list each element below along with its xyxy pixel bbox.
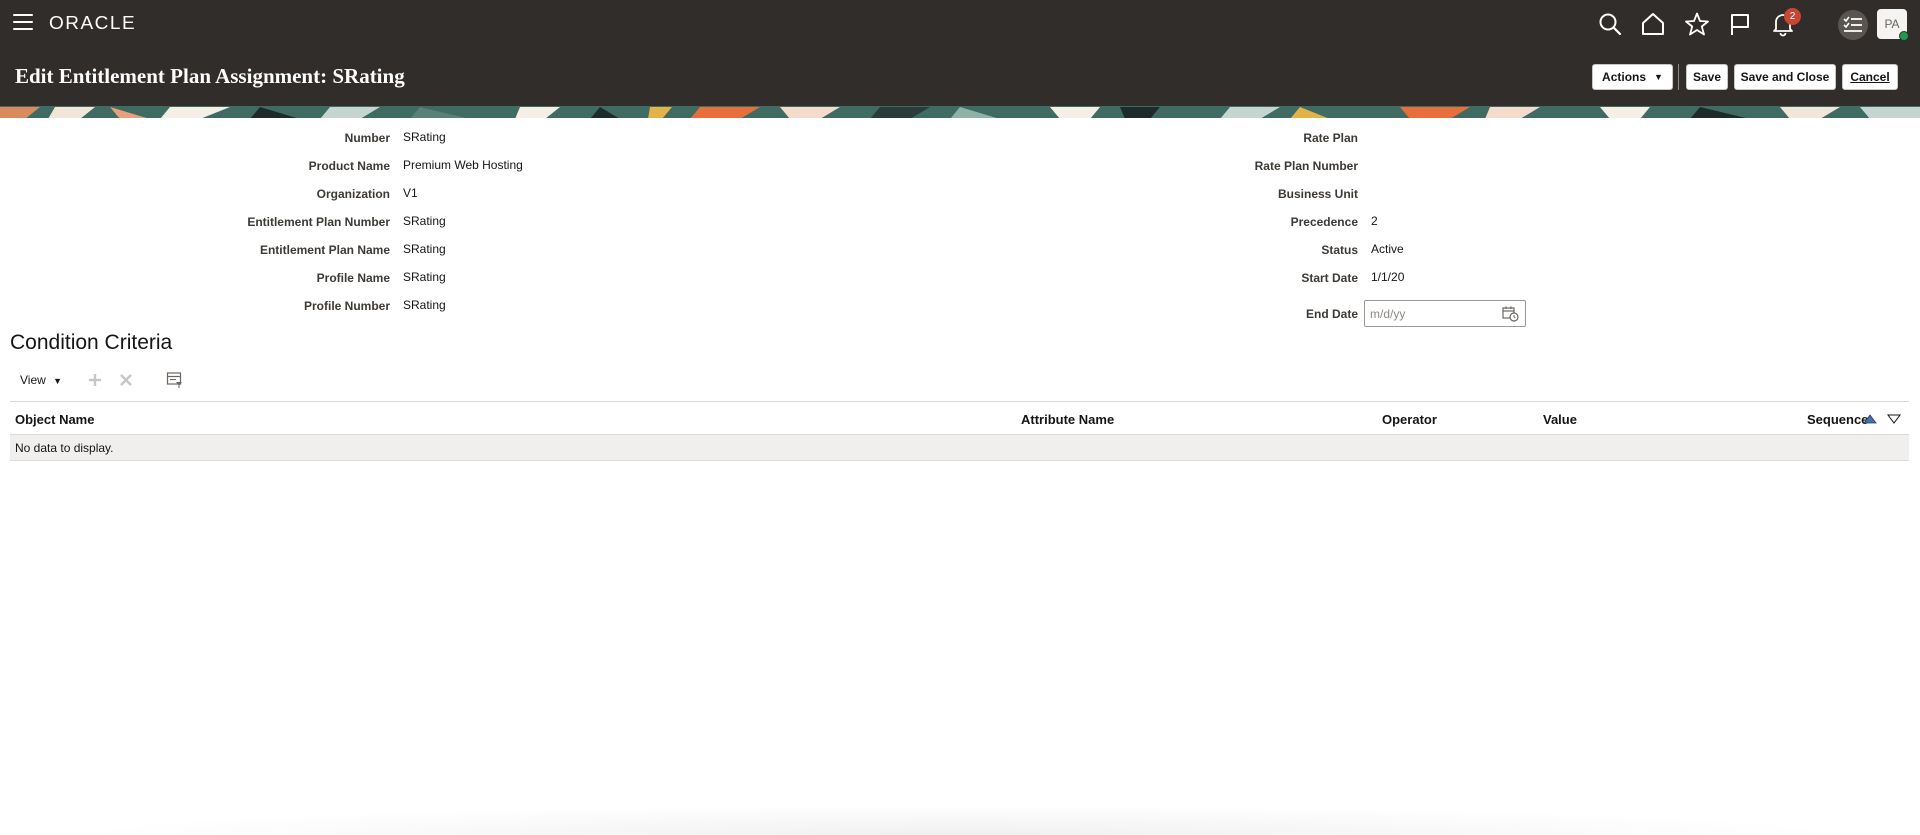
- product-name-label: Product Name: [308, 159, 390, 173]
- organization-label: Organization: [316, 187, 390, 201]
- empty-table-message: No data to display.: [15, 441, 114, 455]
- precedence-label: Precedence: [1290, 215, 1358, 229]
- notifications-bell-icon[interactable]: 2: [1770, 8, 1801, 37]
- save-button[interactable]: Save: [1686, 64, 1728, 90]
- favorites-star-icon[interactable]: [1684, 11, 1710, 37]
- end-date-label: End Date: [1305, 307, 1358, 321]
- cancel-button[interactable]: Cancel: [1842, 64, 1898, 90]
- entitlement-plan-number-value: SRating: [403, 214, 446, 228]
- delete-row-icon[interactable]: [117, 371, 135, 389]
- presence-status-dot: [1899, 31, 1909, 41]
- chevron-down-icon: ▼: [1654, 72, 1663, 82]
- watchlist-flag-icon[interactable]: [1727, 11, 1753, 37]
- entitlement-plan-name-label: Entitlement Plan Name: [259, 243, 390, 257]
- sort-ascending-icon[interactable]: [1863, 412, 1877, 430]
- table-header: Object Name Attribute Name Operator Valu…: [10, 401, 1909, 435]
- actions-menu-button[interactable]: Actions ▼: [1592, 64, 1673, 90]
- column-header-object-name[interactable]: Object Name: [15, 412, 94, 427]
- rate-plan-label: Rate Plan: [1303, 131, 1358, 145]
- decorative-banner: [0, 106, 1920, 118]
- entitlement-plan-number-label: Entitlement Plan Number: [247, 215, 390, 229]
- condition-criteria-table: Object Name Attribute Name Operator Valu…: [10, 401, 1909, 461]
- view-menu-button[interactable]: View ▼: [20, 373, 62, 387]
- view-menu-label: View: [20, 373, 46, 387]
- menu-icon[interactable]: [13, 14, 33, 31]
- end-date-input[interactable]: [1365, 301, 1495, 326]
- rate-plan-number-label: Rate Plan Number: [1254, 159, 1358, 173]
- notification-count-badge: 2: [1784, 8, 1801, 25]
- actions-button-label: Actions: [1602, 70, 1647, 84]
- profile-name-value: SRating: [403, 270, 446, 284]
- user-avatar[interactable]: PA: [1877, 9, 1909, 41]
- product-name-value: Premium Web Hosting: [403, 158, 523, 172]
- toolbar-separator: [1678, 64, 1679, 90]
- business-unit-label: Business Unit: [1277, 187, 1358, 201]
- organization-value: V1: [403, 186, 418, 200]
- page-title-bar: Edit Entitlement Plan Assignment: SRatin…: [0, 48, 1920, 106]
- end-date-field[interactable]: [1364, 300, 1526, 327]
- profile-name-label: Profile Name: [316, 271, 390, 285]
- column-header-sequence[interactable]: Sequence: [1807, 412, 1868, 427]
- start-date-label: Start Date: [1301, 271, 1358, 285]
- table-empty-row: No data to display.: [10, 435, 1909, 461]
- start-date-value: 1/1/20: [1371, 270, 1405, 284]
- number-value: SRating: [403, 130, 446, 144]
- page-title: Edit Entitlement Plan Assignment: SRatin…: [15, 64, 405, 88]
- global-header: ORACLE 2 PA: [0, 0, 1920, 48]
- column-header-attribute-name[interactable]: Attribute Name: [1021, 412, 1114, 427]
- status-value: Active: [1371, 242, 1404, 256]
- search-icon[interactable]: [1597, 11, 1623, 37]
- page-bottom-shadow: [60, 805, 1860, 835]
- status-label: Status: [1321, 243, 1358, 257]
- save-and-close-button[interactable]: Save and Close: [1734, 64, 1836, 90]
- oracle-logo[interactable]: ORACLE: [49, 14, 136, 35]
- tasks-list-icon[interactable]: [1838, 10, 1868, 40]
- column-header-operator[interactable]: Operator: [1382, 412, 1437, 427]
- query-by-example-icon[interactable]: [166, 371, 184, 389]
- sort-descending-icon[interactable]: [1887, 412, 1901, 430]
- condition-criteria-heading: Condition Criteria: [10, 331, 173, 354]
- home-icon[interactable]: [1640, 11, 1666, 37]
- profile-number-value: SRating: [403, 298, 446, 312]
- chevron-down-icon: ▼: [53, 376, 63, 386]
- entitlement-plan-name-value: SRating: [403, 242, 446, 256]
- number-label: Number: [344, 131, 390, 145]
- profile-number-label: Profile Number: [303, 299, 390, 313]
- precedence-value: 2: [1371, 214, 1378, 228]
- calendar-icon[interactable]: [1502, 306, 1519, 322]
- avatar-initials: PA: [1884, 17, 1900, 31]
- column-header-value[interactable]: Value: [1543, 412, 1577, 427]
- add-row-icon[interactable]: [86, 371, 104, 389]
